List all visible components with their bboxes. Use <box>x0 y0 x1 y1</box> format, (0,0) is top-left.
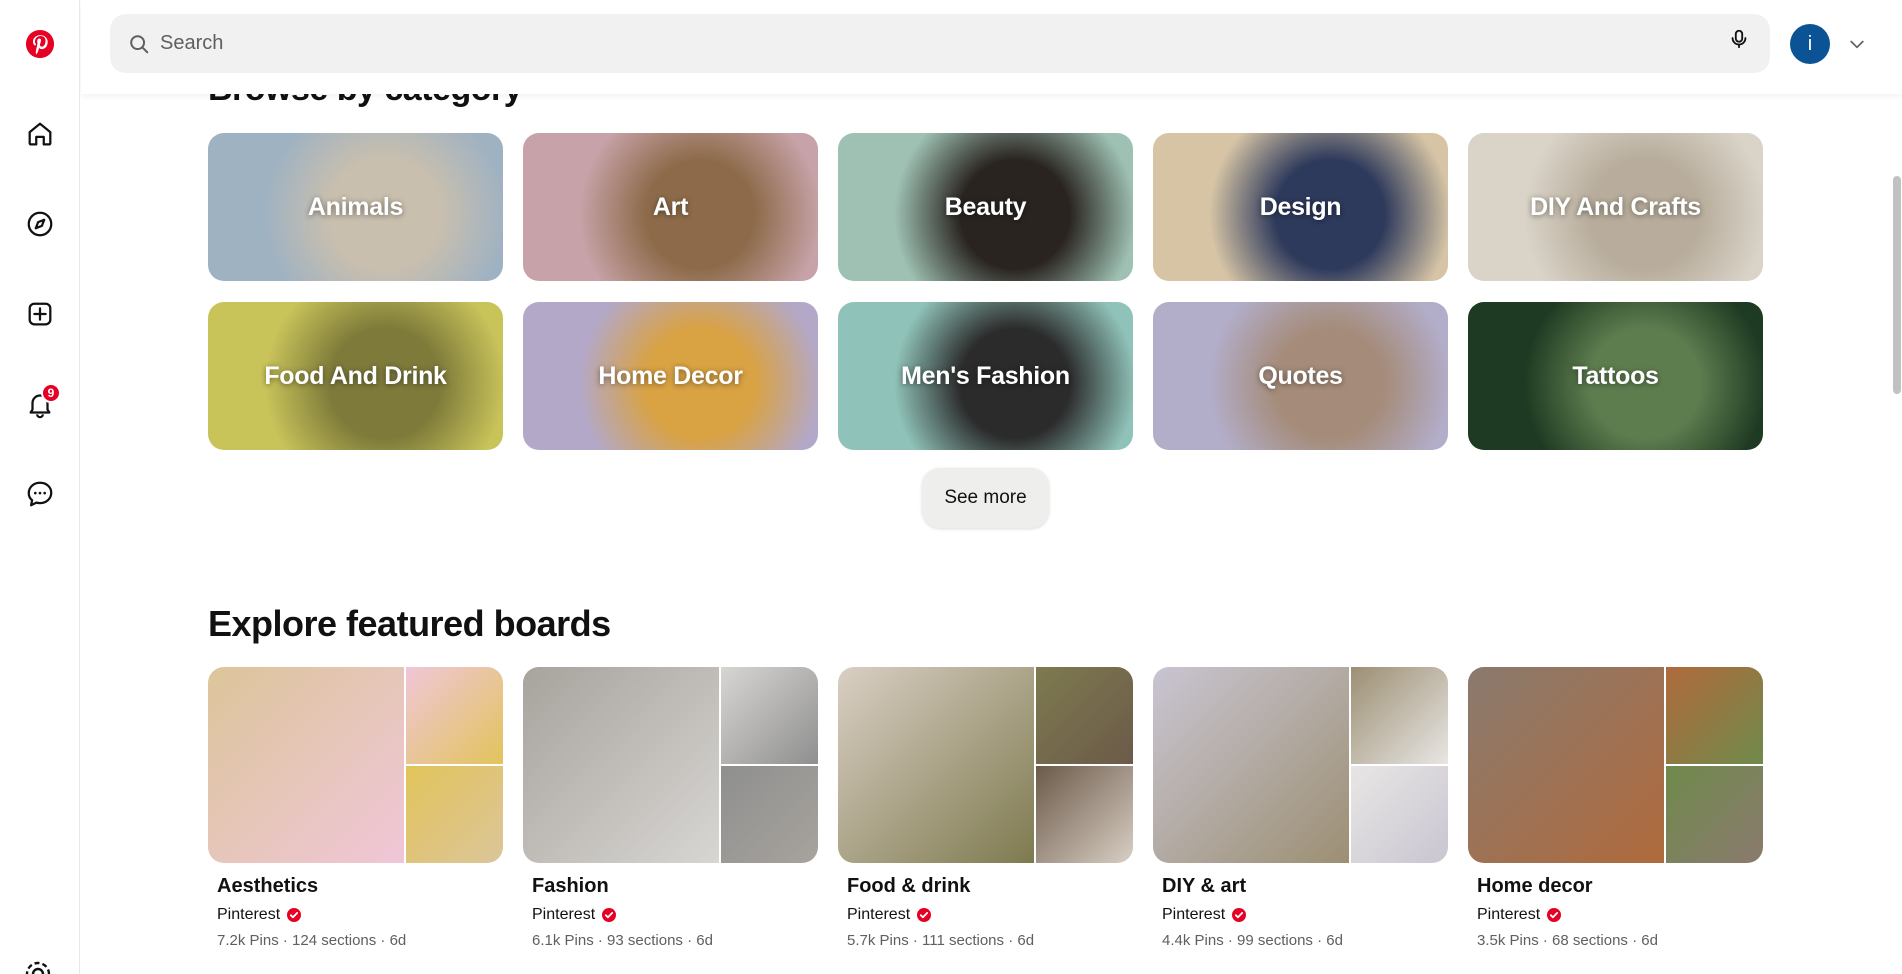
board-image <box>1036 766 1133 863</box>
verified-badge-icon <box>287 908 302 922</box>
board-image <box>721 667 818 764</box>
chat-icon[interactable] <box>17 471 63 517</box>
board-collage <box>208 667 503 863</box>
board-name: Aesthetics <box>217 875 319 897</box>
board-card[interactable]: Food & drink Pinterest 5.7k Pins · 111 sec… <box>838 667 1133 949</box>
sidebar: 9 <box>0 0 80 974</box>
verified-badge-icon <box>917 908 932 922</box>
scrollbar[interactable] <box>1892 0 1902 974</box>
verified-badge-icon <box>602 908 617 922</box>
bell-icon[interactable]: 9 <box>17 381 63 427</box>
category-tile[interactable]: DIY And Crafts <box>1468 133 1763 281</box>
category-tile[interactable]: Animals <box>208 133 503 281</box>
see-more-button[interactable]: See more <box>922 468 1049 528</box>
notification-badge: 9 <box>41 383 61 403</box>
board-owner: Pinterest <box>847 906 1133 924</box>
category-label: Quotes <box>1258 361 1343 390</box>
category-label: Tattoos <box>1572 361 1659 390</box>
category-label: Animals <box>307 192 404 221</box>
board-owner: Pinterest <box>1162 906 1448 924</box>
board-image <box>721 766 818 863</box>
board-image <box>1666 667 1763 764</box>
category-tile[interactable]: Food And Drink <box>208 302 503 450</box>
board-image <box>1153 667 1349 863</box>
search-icon <box>130 34 149 53</box>
board-image <box>1351 667 1448 764</box>
compass-icon[interactable] <box>17 201 63 247</box>
category-label: Home Decor <box>598 361 743 390</box>
board-image <box>1666 766 1763 863</box>
chevron-down-icon[interactable] <box>1847 34 1867 54</box>
search-bar[interactable] <box>110 14 1770 73</box>
board-collage <box>1153 667 1448 863</box>
board-owner-name: Pinterest <box>532 906 596 923</box>
verified-badge-icon <box>1547 908 1562 922</box>
microphone-icon[interactable] <box>1728 28 1750 50</box>
scrollbar-thumb[interactable] <box>1893 176 1901 394</box>
board-card[interactable]: DIY & art Pinterest 4.4k Pins · 99 section… <box>1153 667 1448 949</box>
category-label: Food And Drink <box>264 361 447 390</box>
board-collage <box>523 667 818 863</box>
board-image <box>208 667 404 863</box>
category-label: Men's Fashion <box>901 361 1070 390</box>
board-image <box>406 667 503 764</box>
plus-square-icon[interactable] <box>17 291 63 337</box>
board-owner: Pinterest <box>217 906 503 924</box>
category-tile[interactable]: Beauty <box>838 133 1133 281</box>
board-owner-name: Pinterest <box>847 906 911 923</box>
category-label: Design <box>1259 192 1342 221</box>
board-meta: 5.7k Pins · 111 sections · 6d <box>847 932 1035 949</box>
board-owner-name: Pinterest <box>1162 906 1226 923</box>
board-collage <box>1468 667 1763 863</box>
board-meta: 4.4k Pins · 99 sections · 6d <box>1162 932 1343 949</box>
featured-boards-grid: Aesthetics Pinterest 7.2k Pins · 124 secti… <box>208 667 1764 949</box>
board-meta: 6.1k Pins · 93 sections · 6d <box>532 932 713 949</box>
category-tile[interactable]: Home Decor <box>523 302 818 450</box>
board-image <box>1351 766 1448 863</box>
board-meta: 3.5k Pins · 68 sections · 6d <box>1477 932 1658 949</box>
category-label: Art <box>652 192 689 221</box>
category-tile[interactable]: Design <box>1153 133 1448 281</box>
board-name: DIY & art <box>1162 875 1247 897</box>
board-image <box>1468 667 1664 863</box>
category-label: DIY And Crafts <box>1530 192 1701 221</box>
board-image <box>838 667 1034 863</box>
board-name: Fashion <box>532 875 609 897</box>
board-card[interactable]: Fashion Pinterest 6.1k Pins · 93 sections … <box>523 667 818 949</box>
board-owner: Pinterest <box>532 906 818 924</box>
board-owner-name: Pinterest <box>217 906 281 923</box>
home-icon[interactable] <box>17 111 63 157</box>
category-tile[interactable]: Art <box>523 133 818 281</box>
board-name: Food & drink <box>847 875 971 897</box>
board-meta: 7.2k Pins · 124 sections · 6d <box>217 932 407 949</box>
pinterest-logo-icon[interactable] <box>17 21 63 67</box>
featured-boards-title: Explore featured boards <box>208 603 611 644</box>
board-name: Home decor <box>1477 875 1593 897</box>
settings-icon[interactable] <box>22 958 54 974</box>
board-card[interactable]: Home decor Pinterest 3.5k Pins · 68 sectio… <box>1468 667 1763 949</box>
category-tile[interactable]: Tattoos <box>1468 302 1763 450</box>
category-grid: Animals Art Beauty Design DIY And Crafts Food… <box>208 133 1764 450</box>
top-bar: i <box>81 0 1902 94</box>
board-image <box>1036 667 1133 764</box>
board-image <box>406 766 503 863</box>
verified-badge-icon <box>1232 908 1247 922</box>
category-tile[interactable]: Men's Fashion <box>838 302 1133 450</box>
category-tile[interactable]: Quotes <box>1153 302 1448 450</box>
category-label: Beauty <box>944 192 1027 221</box>
board-owner: Pinterest <box>1477 906 1763 924</box>
board-owner-name: Pinterest <box>1477 906 1541 923</box>
search-input[interactable] <box>160 32 1752 55</box>
avatar[interactable]: i <box>1790 24 1830 64</box>
board-collage <box>838 667 1133 863</box>
board-card[interactable]: Aesthetics Pinterest 7.2k Pins · 124 secti… <box>208 667 503 949</box>
board-image <box>523 667 719 863</box>
